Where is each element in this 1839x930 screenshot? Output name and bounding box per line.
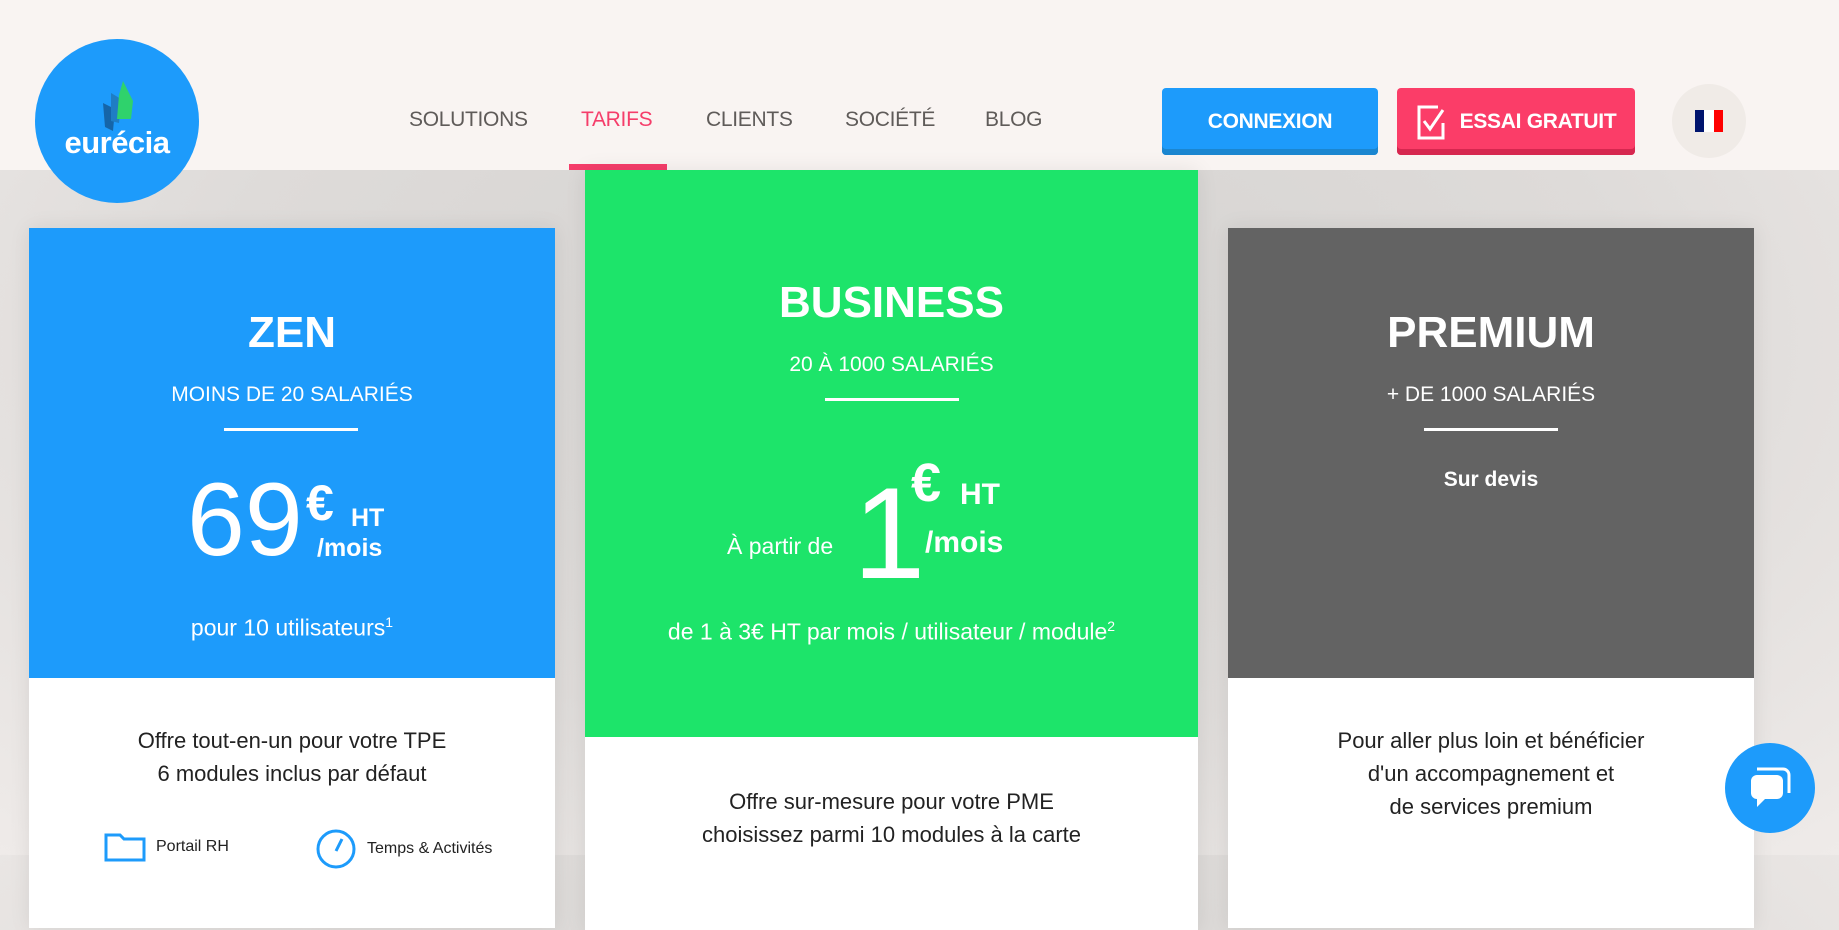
login-button[interactable]: CONNEXION (1162, 88, 1378, 155)
divider (825, 398, 959, 401)
plan-subtitle: MOINS DE 20 SALARIÉS (171, 383, 413, 406)
plan-note: de 1 à 3€ HT par mois / utilisateur / mo… (585, 618, 1198, 646)
currency: € (306, 475, 334, 531)
footnote: 2 (1107, 618, 1116, 634)
nav-solutions[interactable]: SOLUTIONS (409, 108, 528, 132)
period-label: /mois (317, 534, 383, 562)
plan-name: ZEN (248, 308, 336, 357)
footnote: 1 (385, 614, 394, 630)
module-label: Portail RH (156, 838, 229, 855)
clock-icon (316, 829, 356, 869)
plan-price: 69 (187, 462, 303, 578)
module-label: Temps & Activités (367, 840, 493, 857)
description-line: 6 modules inclus par défaut (157, 761, 427, 786)
nav-clients[interactable]: CLIENTS (706, 108, 793, 132)
folder-icon (104, 833, 146, 862)
plan-subtitle: + DE 1000 SALARIÉS (1386, 383, 1596, 406)
currency: € (911, 453, 942, 513)
plan-name: PREMIUM (1387, 308, 1595, 357)
plan-card-business: BUSINESS 20 À 1000 SALARIÉS À partir de … (585, 170, 1198, 930)
chat-button[interactable] (1725, 743, 1815, 833)
divider (224, 428, 358, 431)
plan-header (29, 228, 555, 678)
module-temps-activites: Temps & Activités (315, 828, 492, 870)
fr-flag-icon (1695, 110, 1723, 132)
plan-description: Offre sur-mesure pour votre PME choisisse… (585, 785, 1198, 851)
login-label: CONNEXION (1207, 109, 1333, 133)
description-line: Pour aller plus loin et bénéficier (1337, 728, 1645, 753)
period-label: /mois (925, 526, 1004, 559)
plan-name: BUSINESS (779, 278, 1004, 327)
divider (1424, 428, 1558, 431)
price-prefix: À partir de (727, 533, 834, 559)
note-text: de 1 à 3€ HT par mois / utilisateur / mo… (667, 618, 1108, 645)
module-portail-rh: Portail RH (104, 832, 229, 862)
plan-card-zen: ZEN MOINS DE 20 SALARIÉS 69 € HT /mois p… (29, 228, 555, 928)
nav-blog[interactable]: BLOG (985, 108, 1042, 132)
free-trial-button[interactable]: ESSAI GRATUIT (1397, 88, 1635, 155)
description-line: choisissez parmi 10 modules à la carte (701, 822, 1082, 847)
plan-subtitle: 20 À 1000 SALARIÉS (789, 353, 994, 376)
description-line: d'un accompagnement et (1367, 761, 1615, 786)
description-line: Offre sur-mesure pour votre PME (729, 789, 1054, 814)
plan-description: Pour aller plus loin et bénéficier d'un a… (1228, 724, 1754, 823)
language-selector[interactable] (1672, 84, 1746, 158)
plan-header (1228, 228, 1754, 678)
plan-price-text: Sur devis (1443, 468, 1539, 491)
checkbox-icon (1417, 105, 1445, 139)
description-line: de services premium (1389, 794, 1593, 819)
plan-note: pour 10 utilisateurs1 (29, 614, 555, 642)
nav-tarifs[interactable]: TARIFS (581, 108, 653, 132)
chat-bubble-icon (1751, 767, 1791, 807)
plan-description: Offre tout-en-un pour votre TPE 6 modules… (29, 724, 555, 790)
logo-text: eurécia (64, 125, 170, 160)
note-text: pour 10 utilisateurs (190, 614, 386, 641)
plan-header (585, 170, 1198, 737)
nav-societe[interactable]: SOCIÉTÉ (845, 108, 935, 132)
free-trial-label: ESSAI GRATUIT (1459, 109, 1617, 133)
eurecia-logo[interactable]: eurécia (35, 39, 199, 203)
tax-label: HT (351, 504, 385, 532)
tax-label: HT (960, 478, 1000, 511)
plan-card-premium: PREMIUM + DE 1000 SALARIÉS Sur devis Pou… (1228, 228, 1754, 928)
description-line: Offre tout-en-un pour votre TPE (137, 728, 447, 753)
